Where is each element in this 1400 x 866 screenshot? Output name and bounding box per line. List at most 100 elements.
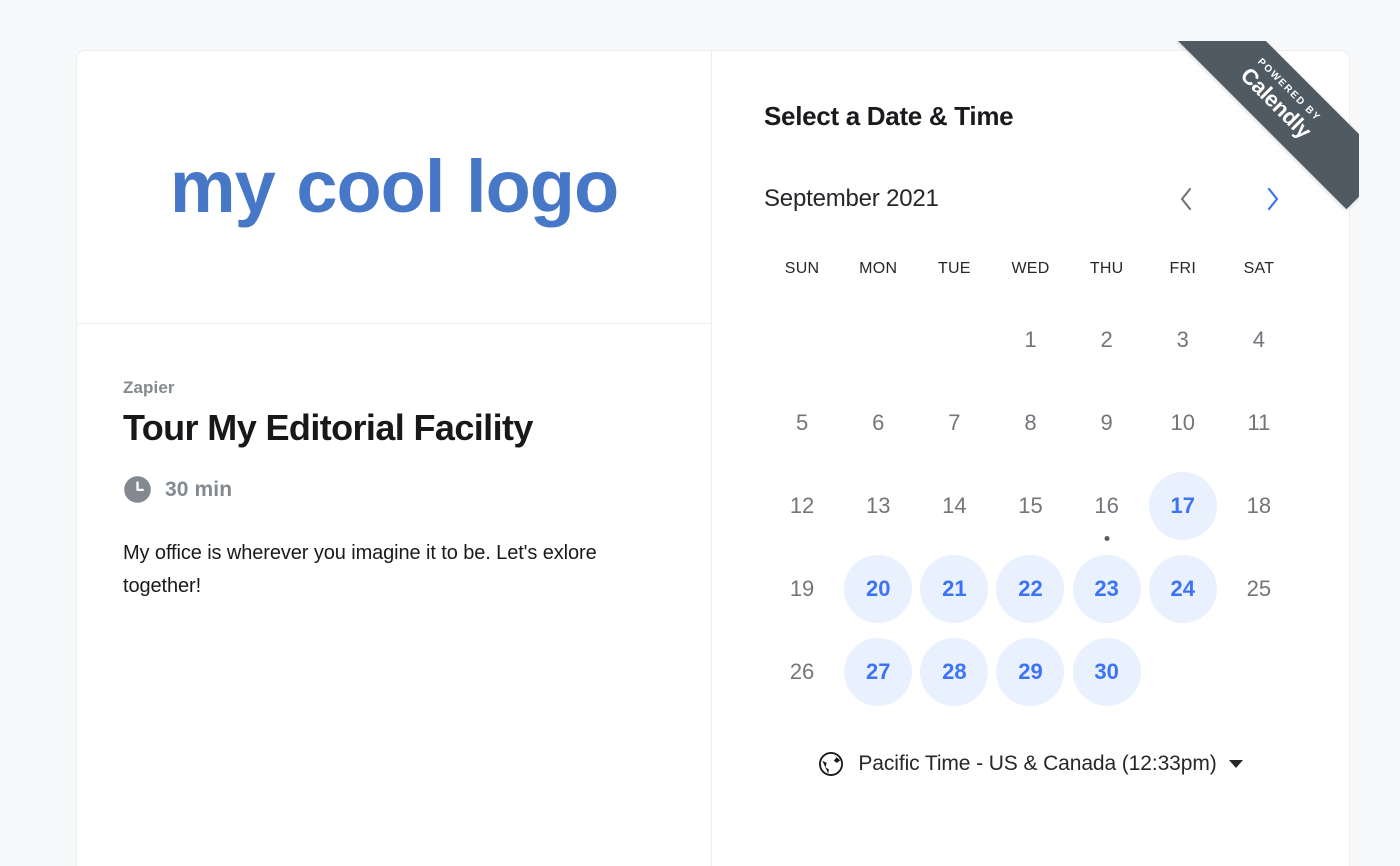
calendar-day-number: 29: [996, 637, 1065, 706]
calendar-week-row: 19 20 21 22 23 24 25: [764, 547, 1297, 630]
calendar-day-number: 27: [844, 637, 913, 706]
globe-icon: [819, 752, 844, 776]
calendar-day-empty: [764, 298, 840, 381]
calendar-day-number: 3: [1176, 326, 1189, 352]
calendar-day-2: 2: [1069, 298, 1145, 381]
event-description: My office is wherever you imagine it to …: [123, 542, 597, 597]
calendar-day-18: 18: [1221, 464, 1297, 547]
chevron-left-icon: [1180, 187, 1192, 211]
calendar-day-number: 12: [789, 492, 815, 518]
weekday-label: TUE: [937, 260, 971, 277]
calendar-grid: 1 2 3 4 5 6 7 8 9 10 11 12 13 14 15 16 17 18 19 20 21 22 23 24 2…: [764, 298, 1297, 713]
calendar-day-13: 13: [840, 464, 916, 547]
calendar-day-4: 4: [1221, 298, 1297, 381]
calendar-day-number: 19: [789, 575, 815, 601]
calendar-day-empty: [916, 298, 992, 381]
calendar-day-number: 16: [1094, 492, 1119, 518]
calendar-day-25: 25: [1221, 547, 1297, 630]
event-duration: 30 min: [123, 475, 665, 504]
calendar-day-number: 22: [996, 554, 1065, 623]
calendar-day-9: 9: [1069, 381, 1145, 464]
calendar-day-12: 12: [764, 464, 840, 547]
event-title: Tour My Editorial Facility: [123, 407, 533, 448]
organization-logo: my cool logo: [169, 144, 619, 228]
page-title: Select a Date & Time: [764, 101, 1014, 131]
calendar-day-8: 8: [992, 381, 1068, 464]
calendar-day-16: 16: [1069, 464, 1145, 547]
calendar-day-14: 14: [916, 464, 992, 547]
chevron-right-icon: [1267, 187, 1279, 211]
calendar-day-27[interactable]: 27: [840, 630, 916, 713]
calendar-day-3: 3: [1145, 298, 1221, 381]
host-name: Zapier: [123, 378, 175, 397]
calendar-day-empty: [1221, 630, 1297, 713]
calendar-day-empty: [840, 298, 916, 381]
calendar-day-17[interactable]: 17: [1145, 464, 1221, 547]
calendar-day-7: 7: [916, 381, 992, 464]
calendar-day-10: 10: [1145, 381, 1221, 464]
calendar-day-number: 13: [865, 492, 891, 518]
weekday-header-row: SUN MON TUE WED THU FRI SAT: [764, 260, 1297, 278]
calendar-day-number: 1: [1024, 326, 1037, 352]
calendar-day-number: 7: [948, 409, 961, 435]
weekday-label: MON: [859, 260, 898, 277]
calendar-day-15: 15: [992, 464, 1068, 547]
chevron-down-icon: [1228, 760, 1243, 768]
calendar-day-22[interactable]: 22: [992, 547, 1068, 630]
calendar-day-19: 19: [764, 547, 840, 630]
calendar-day-number: 17: [1148, 471, 1217, 540]
event-info-panel: my cool logo Zapier Tour My Editorial Fa…: [77, 51, 712, 866]
calendar-week-row: 26 27 28 29 30: [764, 630, 1297, 713]
page-root: my cool logo Zapier Tour My Editorial Fa…: [0, 0, 1400, 866]
calendar-day-5: 5: [764, 381, 840, 464]
calendar-day-21[interactable]: 21: [916, 547, 992, 630]
calendar-day-28[interactable]: 28: [916, 630, 992, 713]
calendar-day-number: 4: [1252, 326, 1266, 352]
timezone-selector[interactable]: Pacific Time - US & Canada (12:33pm): [764, 751, 1297, 777]
calendar-day-20[interactable]: 20: [840, 547, 916, 630]
calendar-day-number: 5: [795, 409, 809, 435]
calendar-day-number: 6: [872, 409, 885, 435]
calendar-day-number: 26: [789, 658, 815, 684]
weekday-label: SAT: [1243, 260, 1275, 277]
date-time-panel: Select a Date & Time September 2021 SUN …: [712, 41, 1359, 866]
duration-label: 30 min: [165, 477, 233, 501]
calendar-day-number: 15: [1018, 492, 1043, 518]
calendar-day-1: 1: [992, 298, 1068, 381]
calendar-day-number: 11: [1247, 409, 1271, 435]
timezone-label: Pacific Time - US & Canada (12:33pm): [858, 752, 1217, 775]
weekday-label: WED: [1011, 260, 1050, 277]
previous-month-button[interactable]: [1168, 180, 1204, 218]
calendar-day-number: 25: [1246, 575, 1272, 601]
calendar-day-number: 23: [1072, 554, 1141, 623]
calendar-day-number: 20: [844, 554, 913, 623]
month-nav-buttons: [1168, 180, 1291, 218]
calendar-day-number: 2: [1100, 326, 1113, 352]
calendar-week-row: 12 13 14 15 16 17 18: [764, 464, 1297, 547]
calendar-day-24[interactable]: 24: [1145, 547, 1221, 630]
weekday-label: FRI: [1169, 260, 1197, 277]
calendar-week-row: 5 6 7 8 9 10 11: [764, 381, 1297, 464]
calendar-day-number: 14: [942, 492, 967, 518]
event-details: Zapier Tour My Editorial Facility 30 min…: [77, 324, 711, 602]
calendar-day-number: 18: [1246, 492, 1272, 518]
month-navigation-bar: September 2021: [764, 180, 1297, 218]
next-month-button[interactable]: [1255, 180, 1291, 218]
calendar-day-29[interactable]: 29: [992, 630, 1068, 713]
booking-card: my cool logo Zapier Tour My Editorial Fa…: [76, 41, 1359, 866]
calendar-day-23[interactable]: 23: [1069, 547, 1145, 630]
calendar-day-number: 10: [1170, 409, 1195, 435]
calendar-week-row: 1 2 3 4: [764, 298, 1297, 381]
calendar-day-number: 30: [1072, 637, 1141, 706]
calendar-day-number: 24: [1148, 554, 1217, 623]
calendar-day-30[interactable]: 30: [1069, 630, 1145, 713]
calendar-day-number: 28: [920, 637, 989, 706]
calendar-day-26: 26: [764, 630, 840, 713]
weekday-label: THU: [1089, 260, 1124, 277]
calendar-day-number: 21: [920, 554, 989, 623]
clock-icon: [124, 476, 151, 504]
calendar-day-empty: [1145, 630, 1221, 713]
logo-area: my cool logo: [77, 51, 711, 324]
calendar-day-number: 8: [1024, 409, 1037, 435]
calendar-day-number: 9: [1100, 409, 1113, 435]
